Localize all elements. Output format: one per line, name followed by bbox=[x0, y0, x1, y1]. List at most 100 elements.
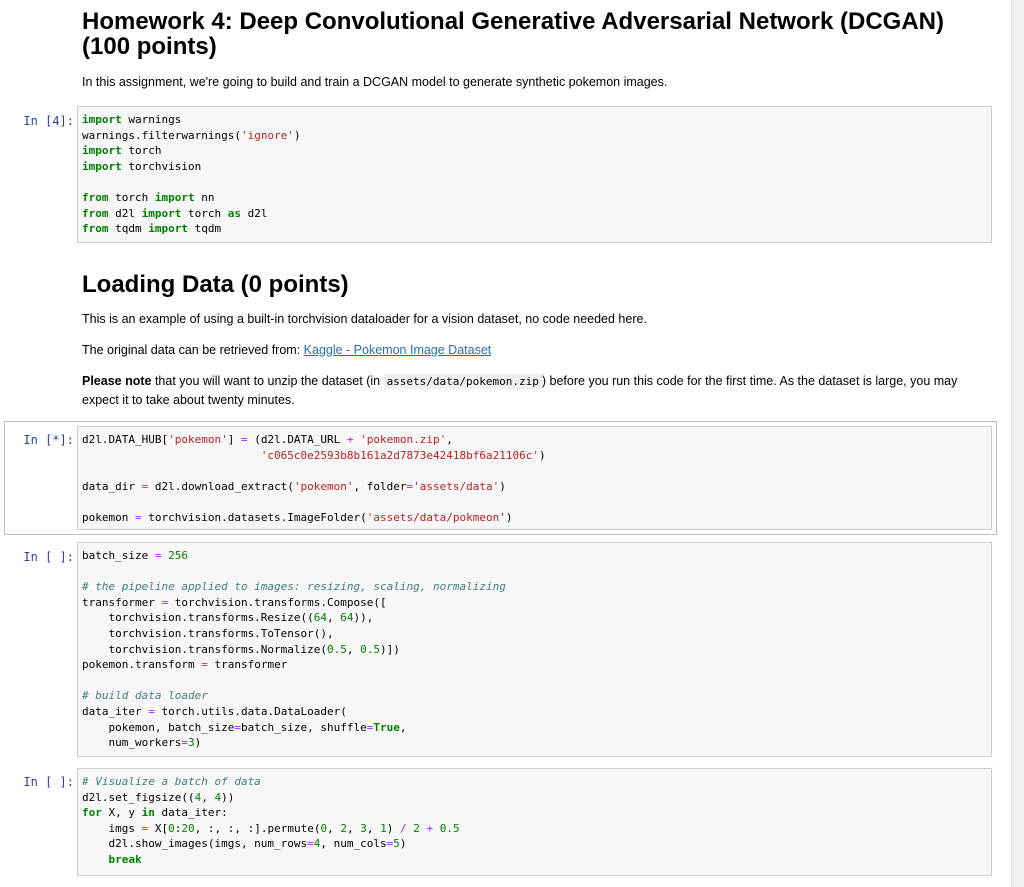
inline-code-path: assets/data/pokemon.zip bbox=[383, 374, 542, 389]
code-token: batch_size, shuffle bbox=[240, 720, 367, 734]
code-token: 5 bbox=[393, 837, 400, 851]
code-token: break bbox=[108, 852, 142, 866]
code-cell[interactable]: # Visualize a batch of data d2l.set_figs… bbox=[77, 768, 992, 876]
code-token: 'ignore' bbox=[240, 128, 294, 142]
code-token: = bbox=[234, 720, 241, 734]
code-token: torch bbox=[121, 144, 162, 158]
code-token: torchvision bbox=[121, 159, 202, 173]
code-token: ) bbox=[505, 510, 513, 524]
code-token: torchvision.transforms.Normalize( bbox=[82, 642, 328, 656]
code-token: # build data loader bbox=[82, 689, 208, 703]
kaggle-link[interactable]: Kaggle - Pokemon Image Dataset bbox=[304, 343, 492, 357]
code-token: pokemon.transform bbox=[82, 658, 202, 672]
title-markdown-cell: Homework 4: Deep Convolutional Generativ… bbox=[82, 9, 982, 91]
code-editor[interactable]: d2l.DATA_HUB['pokemon'] = (d2l.DATA_URL … bbox=[82, 432, 987, 526]
code-token: 0.5 bbox=[327, 642, 347, 656]
code-token: = bbox=[307, 837, 314, 851]
code-token: data_iter: bbox=[154, 806, 228, 820]
code-token: torchvision.transforms.Resize(( bbox=[82, 611, 314, 625]
code-token: X[ bbox=[148, 821, 169, 835]
code-token: 2 bbox=[413, 821, 420, 835]
code-token: , bbox=[201, 790, 215, 804]
code-token: ) bbox=[194, 736, 202, 750]
code-token: 'pokemon' bbox=[168, 433, 228, 446]
code-token: ) bbox=[538, 448, 546, 462]
code-token: torch.utils.data.DataLoader( bbox=[154, 704, 347, 718]
code-token: )) bbox=[221, 790, 235, 804]
code-cell[interactable]: import warnings warnings.filterwarnings(… bbox=[77, 106, 992, 243]
code-token: import bbox=[141, 206, 182, 220]
code-token: + bbox=[346, 433, 354, 446]
code-token: batch_size bbox=[82, 549, 155, 562]
code-token: # Visualize a batch of data bbox=[82, 775, 261, 788]
code-token: 64 bbox=[313, 611, 328, 625]
code-editor[interactable]: batch_size = 256 # the pipeline applied … bbox=[82, 548, 987, 751]
cell-prompt: In [4]: bbox=[23, 114, 74, 128]
code-token: , bbox=[327, 611, 341, 625]
code-token: )]) bbox=[380, 642, 400, 656]
code-token: = bbox=[240, 433, 248, 446]
code-token: warnings.filterwarnings( bbox=[82, 128, 241, 142]
code-token: as bbox=[227, 206, 241, 220]
code-token: torch bbox=[108, 190, 155, 204]
code-token: import bbox=[154, 190, 195, 204]
code-token: torch bbox=[181, 206, 228, 220]
code-token: torchvision.transforms.Compose([ bbox=[168, 595, 387, 609]
code-editor[interactable]: # Visualize a batch of data d2l.set_figs… bbox=[82, 774, 987, 868]
code-token: ) bbox=[499, 479, 506, 493]
code-token: d2l.show_images(imgs, num_rows bbox=[82, 837, 308, 851]
code-token: nn bbox=[194, 190, 215, 204]
code-token: ) bbox=[293, 128, 301, 142]
code-token: 'c065c0e2593b8b161a2d7873e42418bf6a21106… bbox=[260, 448, 539, 462]
code-token: = bbox=[201, 658, 208, 672]
code-token: import bbox=[82, 159, 122, 173]
code-cell[interactable]: batch_size = 256 # the pipeline applied … bbox=[77, 542, 992, 757]
cell-prompt: In [*]: bbox=[23, 433, 74, 447]
code-token: / bbox=[399, 821, 407, 835]
code-token: 256 bbox=[168, 549, 188, 562]
code-token: , folder bbox=[353, 479, 407, 493]
code-token: 0.5 bbox=[439, 821, 460, 835]
code-token: d2l.set_figsize(( bbox=[82, 790, 195, 804]
code-token: 20 bbox=[181, 821, 195, 835]
code-token: 3 bbox=[187, 736, 195, 750]
code-cell[interactable]: d2l.DATA_HUB['pokemon'] = (d2l.DATA_URL … bbox=[77, 426, 992, 530]
code-token: data_iter bbox=[82, 704, 149, 718]
code-token: for bbox=[82, 806, 102, 820]
code-token: d2l bbox=[240, 206, 268, 220]
note-bold: Please note bbox=[82, 374, 152, 388]
code-token: , bbox=[446, 433, 453, 446]
scrollbar[interactable] bbox=[1011, 0, 1024, 887]
code-editor[interactable]: import warnings warnings.filterwarnings(… bbox=[82, 112, 987, 237]
code-token: pokemon, batch_size bbox=[82, 720, 235, 734]
code-token: 3 bbox=[360, 821, 367, 835]
code-token: import bbox=[82, 144, 122, 158]
loading-desc: This is an example of using a built-in t… bbox=[82, 312, 647, 326]
code-token: 1 bbox=[380, 821, 387, 835]
code-token: torchvision.transforms.ToTensor(), bbox=[82, 626, 334, 640]
code-token: tqdm bbox=[188, 222, 222, 236]
code-token: d2l.download_extract( bbox=[148, 479, 294, 493]
code-token: , bbox=[346, 642, 361, 656]
code-token: , num_cols bbox=[320, 837, 387, 851]
code-token: , bbox=[399, 720, 407, 734]
data-source-text: The original data can be retrieved from:… bbox=[82, 341, 982, 359]
code-token: 'assets/data' bbox=[413, 479, 500, 493]
code-token: 'pokemon.zip' bbox=[360, 433, 447, 446]
code-token: , bbox=[346, 821, 361, 835]
cell-prompt: In [ ]: bbox=[23, 550, 74, 564]
code-token: transformer bbox=[207, 658, 288, 672]
data-source-prefix: The original data can be retrieved from: bbox=[82, 343, 304, 357]
code-token: 'pokemon' bbox=[293, 479, 354, 493]
code-token: X, y bbox=[101, 806, 142, 820]
code-token: imgs bbox=[82, 821, 142, 835]
code-token: # the pipeline applied to images: resizi… bbox=[82, 580, 506, 594]
code-token: import bbox=[82, 113, 122, 126]
code-token: 0 bbox=[168, 821, 175, 835]
code-token: pokemon bbox=[82, 510, 135, 524]
code-token: from bbox=[82, 222, 109, 236]
section-heading: Loading Data (0 points) bbox=[82, 271, 349, 298]
code-token: ] bbox=[227, 433, 241, 446]
